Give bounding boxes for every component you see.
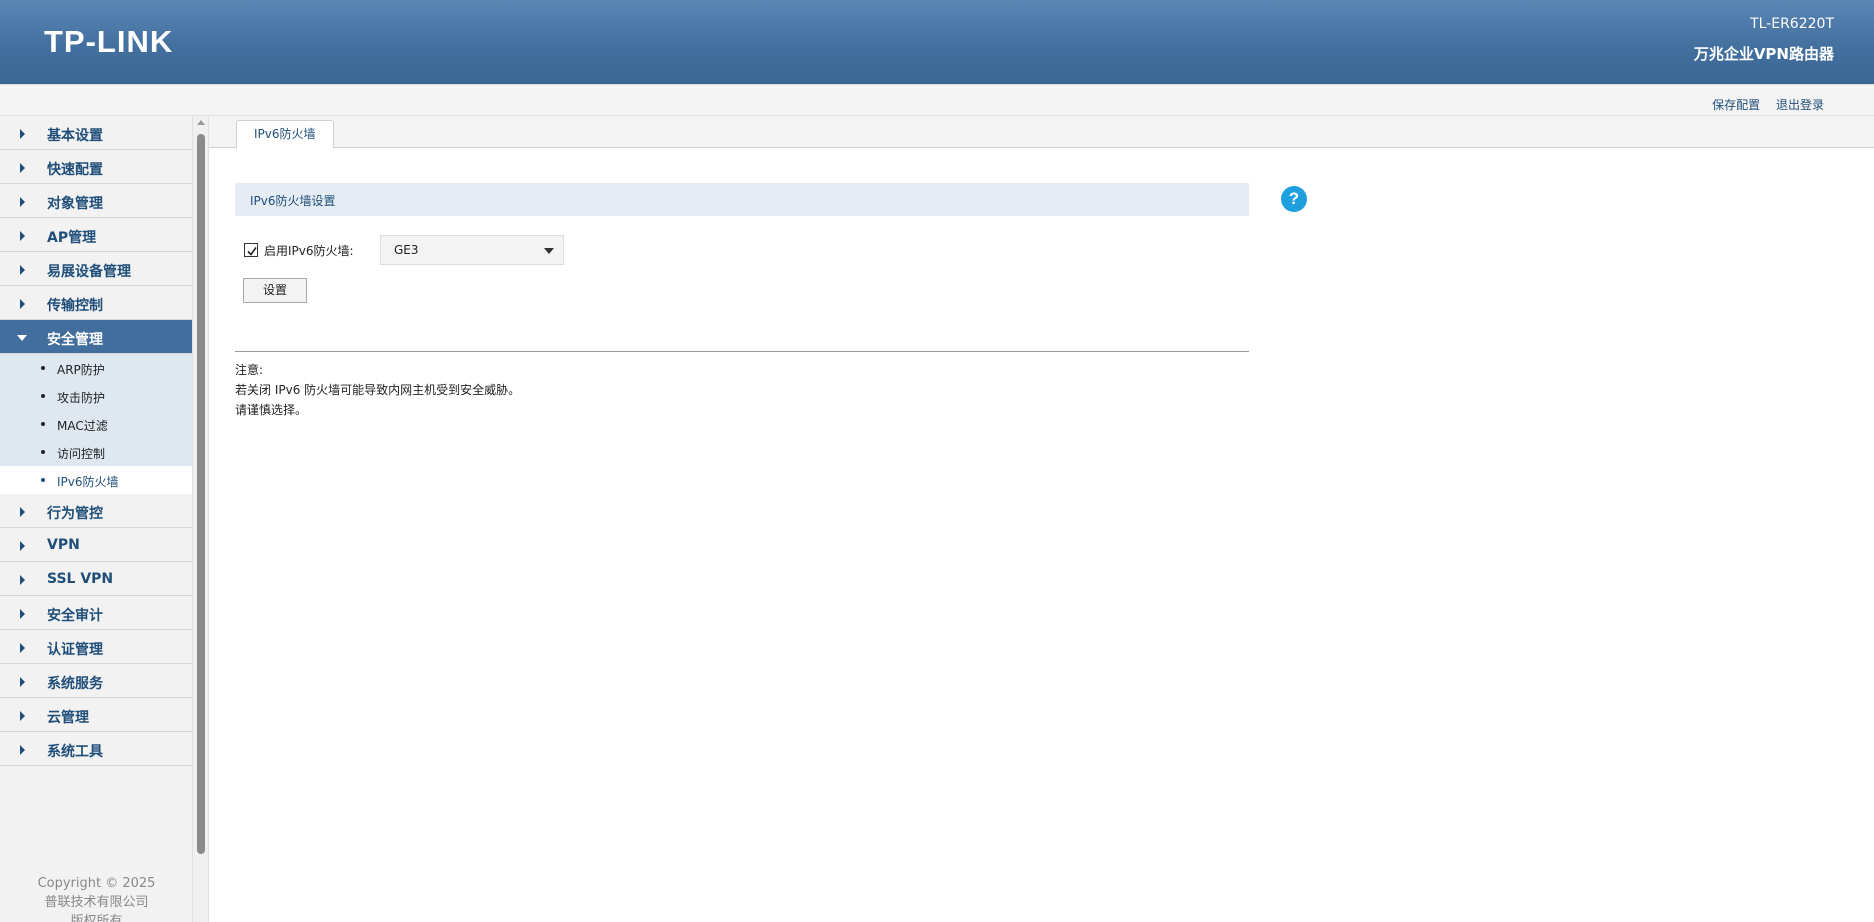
enable-ipv6-firewall-checkbox[interactable]	[244, 243, 258, 257]
divider	[235, 351, 1249, 352]
chevron-right-icon	[20, 299, 25, 309]
chevron-down-icon	[17, 335, 27, 341]
chevron-right-icon	[20, 745, 25, 755]
chevron-right-icon	[20, 677, 25, 687]
chevron-right-icon	[20, 541, 25, 551]
menu-item-easy-device-management[interactable]: 易展设备管理	[0, 252, 192, 286]
chevron-right-icon	[20, 197, 25, 207]
set-button[interactable]: 设置	[243, 278, 307, 303]
menu-item-ap-management[interactable]: AP管理	[0, 218, 192, 252]
chevron-right-icon	[20, 163, 25, 173]
panel-title: IPv6防火墙设置	[250, 194, 336, 208]
menu-item-transmission-control[interactable]: 传输控制	[0, 286, 192, 320]
save-config-link[interactable]: 保存配置	[1712, 98, 1760, 112]
device-model: TL-ER6220T	[1750, 16, 1834, 32]
bullet-icon	[41, 366, 45, 370]
product-name: 万兆企业VPN路由器	[1693, 45, 1834, 63]
panel-header: IPv6防火墙设置	[235, 183, 1249, 216]
bullet-icon	[41, 450, 45, 454]
main-content: IPv6防火墙 IPv6防火墙设置 ? 启用IPv6防火墙: GE3 设置 注意…	[209, 116, 1874, 922]
interface-select[interactable]: GE3	[380, 235, 564, 265]
scroll-up-arrow-icon[interactable]	[197, 120, 205, 125]
chevron-right-icon	[20, 231, 25, 241]
submenu-item-mac-filter[interactable]: MAC过滤	[0, 410, 192, 438]
checkmark-icon	[247, 247, 257, 256]
menu-item-system-services[interactable]: 系统服务	[0, 664, 192, 698]
header-bar: TP-LINK TL-ER6220T 万兆企业VPN路由器	[0, 0, 1874, 84]
menu-item-quick-config[interactable]: 快速配置	[0, 150, 192, 184]
chevron-right-icon	[20, 609, 25, 619]
tplink-logo: TP-LINK	[44, 24, 174, 59]
chevron-right-icon	[20, 265, 25, 275]
submenu-item-arp-protection[interactable]: ARP防护	[0, 354, 192, 382]
logout-link[interactable]: 退出登录	[1776, 98, 1824, 112]
notes-title: 注意:	[235, 363, 264, 377]
chevron-right-icon	[20, 575, 25, 585]
caret-down-icon	[544, 248, 554, 254]
bullet-icon	[41, 478, 45, 482]
menu-item-vpn[interactable]: VPN	[0, 528, 192, 562]
chevron-right-icon	[20, 711, 25, 721]
menu-item-security-audit[interactable]: 安全审计	[0, 596, 192, 630]
menu-item-cloud-management[interactable]: 云管理	[0, 698, 192, 732]
copyright-text: Copyright © 2025 普联技术有限公司 版权所有	[37, 876, 156, 922]
bullet-icon	[41, 422, 45, 426]
sidebar: 基本设置 快速配置 对象管理 AP管理 易展设备管理 传输控制 安全管理 ARP…	[0, 116, 193, 922]
menu-item-authentication-management[interactable]: 认证管理	[0, 630, 192, 664]
scrollbar-thumb[interactable]	[197, 134, 205, 854]
menu-item-behavior-control[interactable]: 行为管控	[0, 494, 192, 528]
tab-bar: IPv6防火墙	[209, 116, 1874, 149]
top-links-bar: 保存配置 退出登录	[0, 84, 1874, 116]
submenu-item-access-control[interactable]: 访问控制	[0, 438, 192, 466]
menu-item-object-management[interactable]: 对象管理	[0, 184, 192, 218]
enable-ipv6-firewall-label: 启用IPv6防火墙:	[264, 244, 354, 258]
bullet-icon	[41, 394, 45, 398]
interface-select-value: GE3	[394, 243, 419, 257]
chevron-right-icon	[20, 643, 25, 653]
submenu-item-ipv6-firewall[interactable]: IPv6防火墙	[0, 466, 192, 494]
help-icon[interactable]: ?	[1281, 186, 1307, 212]
menu-item-security-management[interactable]: 安全管理	[0, 320, 192, 354]
chevron-right-icon	[20, 129, 25, 139]
sidebar-scrollbar[interactable]	[193, 116, 209, 922]
menu-item-system-tools[interactable]: 系统工具	[0, 732, 192, 766]
tab-ipv6-firewall[interactable]: IPv6防火墙	[236, 120, 334, 149]
notes-line: 请谨慎选择。	[235, 403, 308, 417]
menu-item-basic-settings[interactable]: 基本设置	[0, 116, 192, 150]
menu-item-ssl-vpn[interactable]: SSL VPN	[0, 562, 192, 596]
notes-line: 若关闭 IPv6 防火墙可能导致内网主机受到安全威胁。	[235, 383, 521, 397]
chevron-right-icon	[20, 507, 25, 517]
notes-section: 注意: 若关闭 IPv6 防火墙可能导致内网主机受到安全威胁。 请谨慎选择。	[235, 360, 520, 420]
submenu-item-attack-protection[interactable]: 攻击防护	[0, 382, 192, 410]
